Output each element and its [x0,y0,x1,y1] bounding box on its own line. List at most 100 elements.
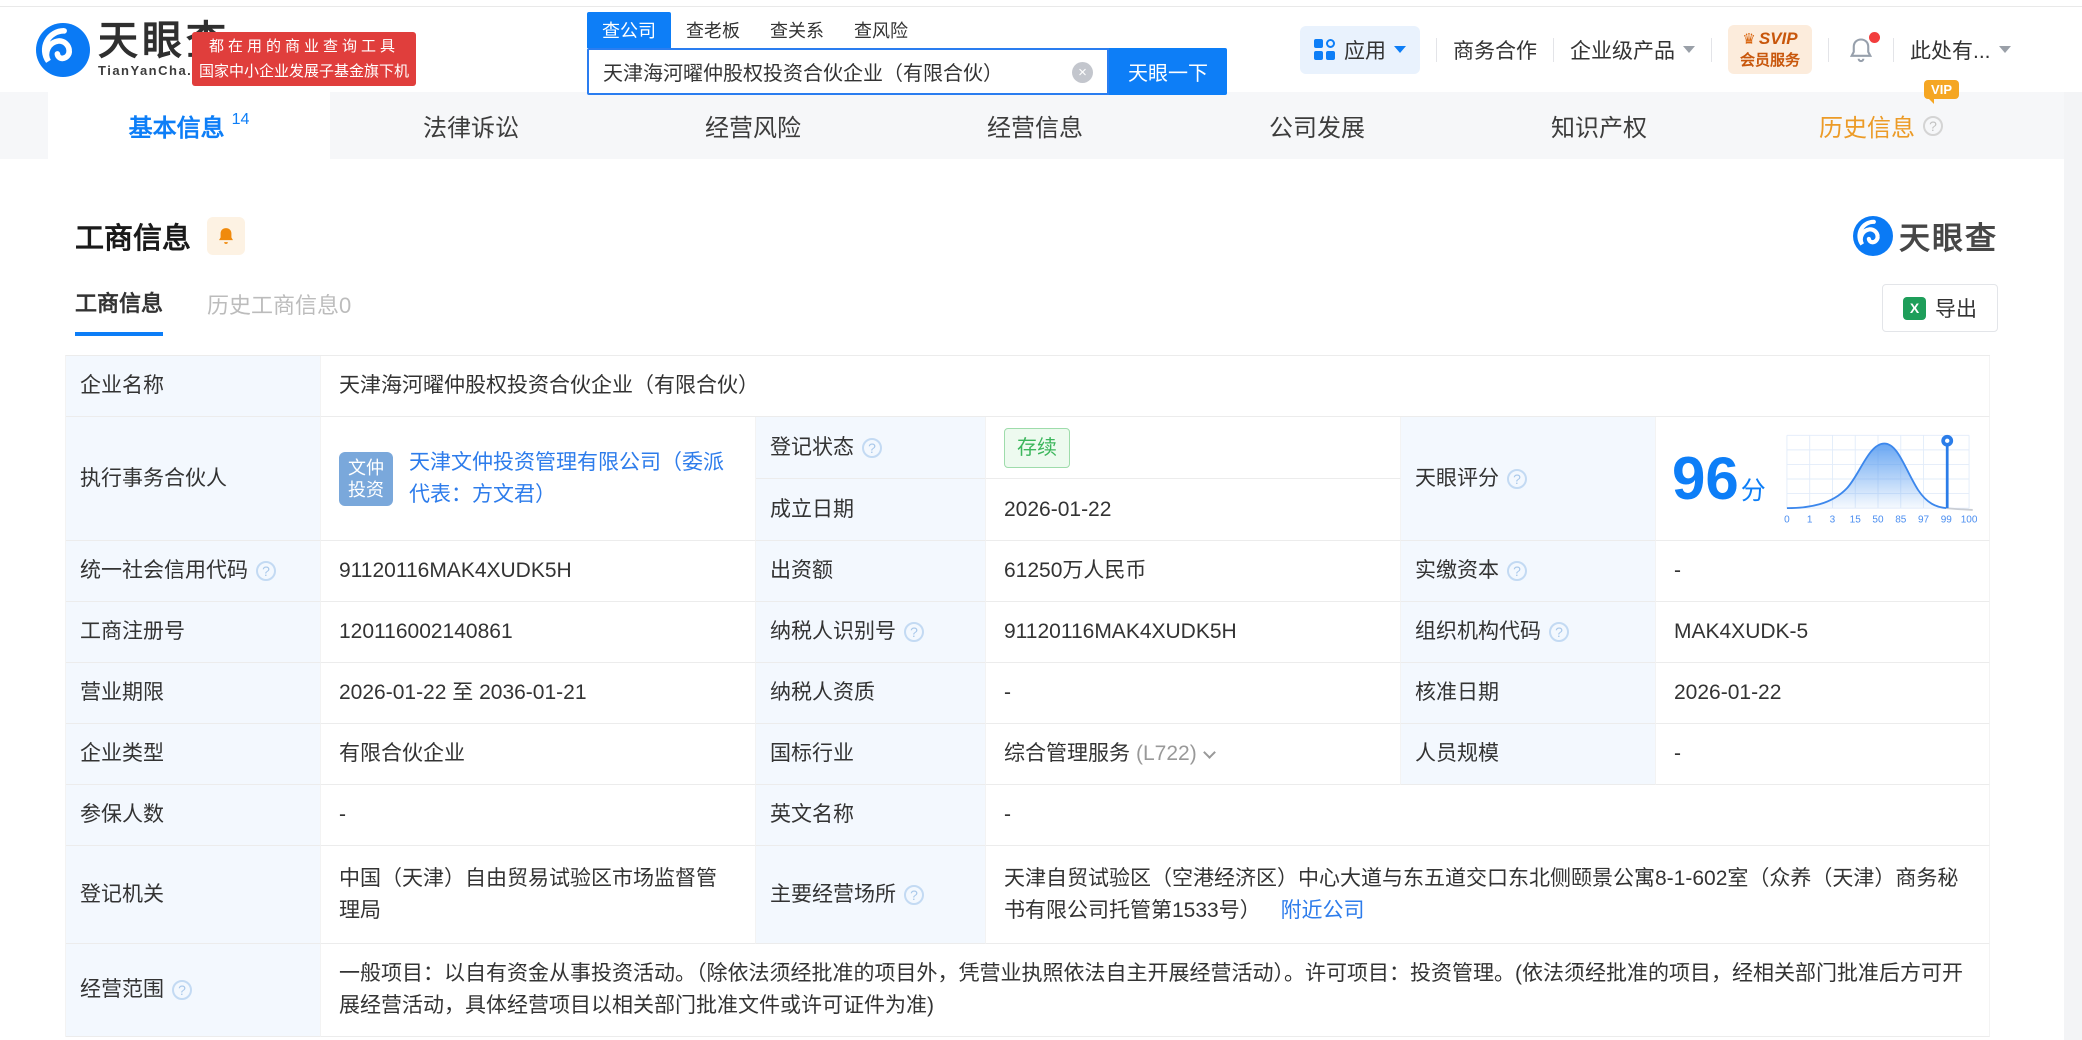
apps-menu[interactable]: 应用 [1300,26,1420,74]
help-icon[interactable]: ? [1507,561,1527,581]
svg-text:100: 100 [1960,514,1977,525]
search-input-wrap: × [587,48,1109,95]
apps-label: 应用 [1344,35,1386,65]
search-tab-company[interactable]: 查公司 [587,12,671,48]
export-button[interactable]: X 导出 [1882,284,1998,332]
help-icon[interactable]: ? [172,980,192,1000]
vip-badge: VIP [1924,80,1959,99]
field-company-name-value: 天津海河曜仲股权投资合伙企业（有限合伙） [321,356,1990,417]
score-number: 96 [1672,445,1739,512]
svg-text:15: 15 [1849,514,1861,525]
field-staff-size-label: 人员规模 [1401,724,1656,785]
field-business-scope-label: 经营范围 ? [66,944,321,1037]
field-tianyan-score-label: 天眼评分 ? [1401,417,1656,541]
field-english-name-value: - [986,785,1990,846]
search-tab-boss[interactable]: 查老板 [671,12,755,48]
tab-intellectual-property[interactable]: 知识产权 [1458,92,1740,159]
field-establish-date-label: 成立日期 [756,479,986,541]
help-icon[interactable]: ? [1507,469,1527,489]
tab-label: 知识产权 [1551,108,1647,143]
help-icon[interactable]: ? [904,622,924,642]
field-insured-count-label: 参保人数 [66,785,321,846]
field-taxpayer-qualification-label: 纳税人资质 [756,663,986,724]
score-unit: 分 [1741,477,1766,505]
search-button[interactable]: 天眼一下 [1109,48,1227,95]
field-paid-in-capital-value: - [1656,541,1990,602]
field-registration-number-label: 工商注册号 [66,602,321,663]
tab-company-development[interactable]: 公司发展 [1176,92,1458,159]
field-credit-code-label: 统一社会信用代码 ? [66,541,321,602]
more-label: 此处有... [1910,35,1991,65]
export-label: 导出 [1935,293,1977,323]
subtab-business-info[interactable]: 工商信息 [75,286,163,336]
field-english-name-label: 英文名称 [756,785,986,846]
page: 天眼查 TianYanCha.com 都在用的商业查询工具 国家中小企业发展子基… [0,0,2082,1040]
subtab-history-count: 0 [339,293,351,318]
field-industry-label: 国标行业 [756,724,986,785]
field-registration-status-label: 登记状态 ? [756,417,986,479]
svip-member-badge[interactable]: ♛ SVIP 会员服务 [1728,25,1812,74]
crown-icon: ♛ [1742,30,1755,48]
nearby-companies-link[interactable]: 附近公司 [1281,899,1365,922]
subtab-history-business-info[interactable]: 历史工商信息0 [207,288,351,334]
field-tianyan-score-value[interactable]: 96分 [1656,417,1990,541]
field-registration-number-value: 120116002140861 [321,602,756,663]
help-icon[interactable]: ? [862,438,882,458]
help-icon[interactable]: ? [1923,116,1943,136]
watermark-logo: 天眼查 [1853,213,1998,258]
svg-text:0: 0 [1784,514,1790,525]
field-business-address-label: 主要经营场所 ? [756,846,986,944]
search-tab-relation[interactable]: 查关系 [755,12,839,48]
header-menu: 应用 商务合作 企业级产品 ♛ SVIP 会员服务 [1300,7,2011,92]
divider [1436,38,1437,62]
field-insured-count-value: - [321,785,756,846]
field-company-type-value: 有限合伙企业 [321,724,756,785]
tab-basic-info-count: 14 [232,111,250,129]
search-row: × 天眼一下 [587,48,1227,95]
score-distribution-chart: 0131550859799100 [1776,427,1980,531]
tab-basic-info[interactable]: 基本信息 14 [48,92,330,159]
divider [1893,38,1894,62]
help-icon[interactable]: ? [1549,622,1569,642]
notifications-bell-icon[interactable] [1847,36,1875,64]
menu-business-cooperation[interactable]: 商务合作 [1453,35,1537,65]
tab-history-info[interactable]: VIP 历史信息 ? [1740,92,2022,159]
field-business-term-value: 2026-01-22 至 2036-01-21 [321,663,756,724]
svip-service-label: 会员服务 [1740,49,1800,70]
help-icon[interactable]: ? [256,561,276,581]
scrollbar-gutter[interactable] [2064,92,2082,1040]
field-contribution-value: 61250万人民币 [986,541,1401,602]
field-business-term-label: 营业期限 [66,663,321,724]
chevron-down-icon[interactable] [1203,746,1216,759]
field-company-type-label: 企业类型 [66,724,321,785]
svg-text:3: 3 [1829,514,1835,525]
clear-search-icon[interactable]: × [1072,62,1093,83]
tab-label: 法律诉讼 [423,108,519,143]
tianyancha-logo-icon [36,23,90,77]
tab-operating-info[interactable]: 经营信息 [894,92,1176,159]
slogan-line-1: 都在用的商业查询工具 [192,34,416,59]
tab-legal-proceedings[interactable]: 法律诉讼 [330,92,612,159]
tab-operating-risk[interactable]: 经营风险 [612,92,894,159]
enterprise-products-label: 企业级产品 [1570,35,1675,65]
subscribe-bell-icon[interactable] [207,217,245,255]
field-organization-code-value: MAK4XUDK-5 [1656,602,1990,663]
menu-more[interactable]: 此处有... [1910,35,2011,65]
help-icon[interactable]: ? [904,885,924,905]
partner-company-logo: 文仲 投资 [339,452,393,506]
subtab-history-label: 历史工商信息 [207,293,339,318]
search-tab-risk[interactable]: 查风险 [839,12,923,48]
industry-code: (L722) [1136,738,1197,770]
svg-text:50: 50 [1872,514,1884,525]
field-approval-date-label: 核准日期 [1401,663,1656,724]
field-contribution-label: 出资额 [756,541,986,602]
search-input[interactable] [589,50,1049,93]
menu-enterprise-products[interactable]: 企业级产品 [1570,35,1695,65]
section-title: 工商信息 [75,215,191,257]
tab-basic-info-label: 基本信息 [129,108,225,143]
field-registration-status-value: 存续 [986,417,1401,479]
search-tabs: 查公司 查老板 查关系 查风险 [587,11,1227,48]
watermark-text: 天眼查 [1899,213,1998,258]
svip-label: SVIP [1759,29,1798,49]
partner-company-link[interactable]: 天津文仲投资管理有限公司（委派代表：方文君） [409,447,737,511]
